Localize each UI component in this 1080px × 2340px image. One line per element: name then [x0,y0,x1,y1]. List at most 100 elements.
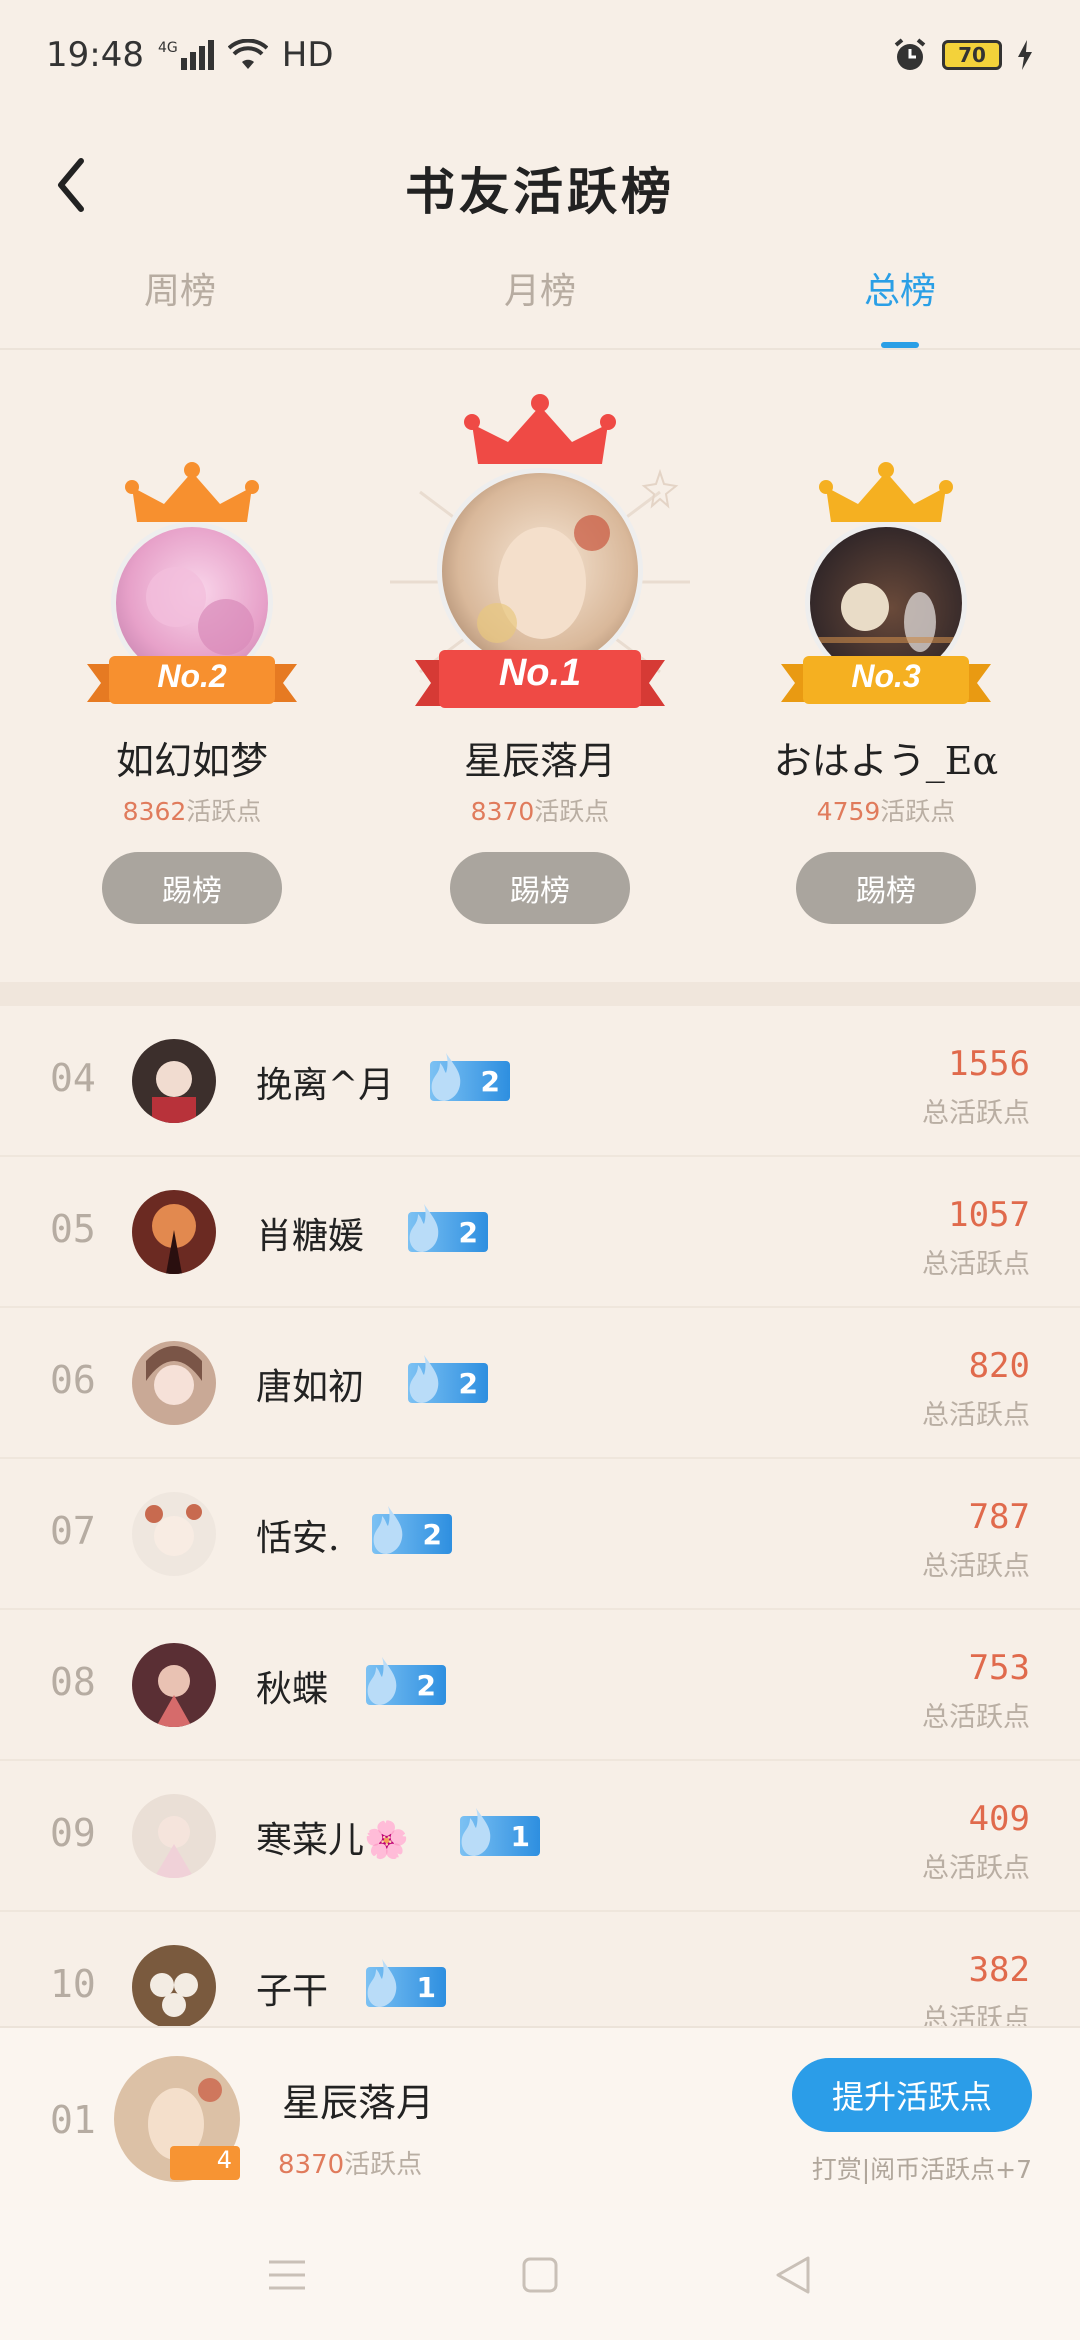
points-value: 8370 [470,797,535,826]
level-value: 2 [480,1064,500,1098]
podium-name: おはよう_Eα [773,739,999,783]
rank-number: 08 [50,1660,96,1704]
level-badge: 2 [408,1355,488,1403]
points-suffix: 活跃点 [880,797,956,826]
level-value: 4 [216,2146,232,2174]
podium-points: 8362活跃点 [42,792,342,828]
tab-weekly[interactable]: 周榜 [0,240,360,348]
list-item[interactable]: 09 寒菜儿🌸 1 409 总活跃点 [0,1761,1080,1912]
user-name: 挽离^月 [256,1065,395,1106]
rank-label: No.2 [157,658,227,694]
header: 书友活跃榜 [0,110,1080,260]
level-value: 2 [422,1517,442,1551]
avatar[interactable] [132,1492,216,1576]
points-suffix: 活跃点 [534,797,610,826]
level-badge: 1 [366,1959,446,2007]
level-value: 2 [458,1215,478,1249]
flame-icon [461,1808,491,1856]
user-name: 肖糖媛 [256,1216,365,1257]
back-triangle-icon [776,2256,810,2294]
level-value: 1 [510,1819,530,1853]
points-value: 8370 [278,2150,345,2180]
alarm-icon [894,38,926,70]
section-divider [0,982,1080,1006]
menu-button[interactable] [252,2240,322,2310]
score-value: 787 [968,1497,1030,1537]
level-value: 1 [416,1970,436,2004]
charging-icon [1018,40,1032,70]
system-nav-bar [0,2210,1080,2340]
signal-icon: 4G [158,40,214,70]
rank-number: 10 [50,1962,96,2006]
podium-points: 4759活跃点 [736,792,1036,828]
avatar[interactable] [437,468,643,674]
avatar[interactable] [132,1190,216,1274]
kick-button[interactable]: 踢榜 [796,852,976,924]
flame-icon [409,1355,439,1403]
my-name: 星辰落月 [282,2081,435,2125]
user-name: 秋蝶 [256,1669,329,1710]
avatar[interactable] [132,1643,216,1727]
my-points: 8370活跃点 [278,2144,422,2181]
list-item[interactable]: 04 挽离^月 2 1556 总活跃点 [0,1006,1080,1157]
score-label: 总活跃点 [922,1400,1030,1431]
list-item[interactable]: 05 肖糖媛 2 1057 总活跃点 [0,1157,1080,1308]
podium-first: No.1 星辰落月 8370活跃点 踢榜 [390,352,690,982]
podium-third: No.3 おはよう_Eα 4759活跃点 踢榜 [736,352,1036,982]
network-type: 4G [157,40,178,56]
boost-activity-button[interactable]: 提升活跃点 [792,2058,1032,2132]
points-suffix: 活跃点 [344,2150,423,2180]
score-value: 820 [968,1346,1030,1386]
kick-button[interactable]: 踢榜 [102,852,282,924]
podium-name: 星辰落月 [463,739,616,783]
score-value: 1057 [948,1195,1030,1235]
podium-points: 8370活跃点 [390,792,690,828]
avatar[interactable] [132,1341,216,1425]
level-badge: 2 [408,1204,488,1252]
my-rank-bar: 01 4 星辰落月 8370活跃点 提升活跃点 打赏|阅币活跃点+7 [0,2026,1080,2210]
status-bar: 19:48 4G HD 70 [0,0,1080,110]
level-badge: 2 [372,1506,452,1554]
battery-icon: 70 [942,40,1002,70]
rank-number: 06 [50,1358,96,1402]
score-label: 总活跃点 [922,1551,1030,1582]
score-label: 总活跃点 [922,1853,1030,1884]
score-label: 总活跃点 [922,2004,1030,2026]
level-badge: 1 [460,1808,540,1856]
avatar[interactable] [132,1039,216,1123]
home-square-icon [522,2257,558,2293]
score-value: 409 [968,1799,1030,1839]
avatar[interactable] [132,1794,216,1878]
points-value: 4759 [816,797,881,826]
list-item[interactable]: 06 唐如初 2 820 总活跃点 [0,1308,1080,1459]
my-level-badge: 4 [170,2146,240,2180]
score-value: 753 [968,1648,1030,1688]
flame-icon [367,1959,397,2007]
avatar[interactable] [132,1945,216,2026]
score-label: 总活跃点 [922,1249,1030,1280]
kick-button[interactable]: 踢榜 [450,852,630,924]
tab-total[interactable]: 总榜 [720,240,1080,348]
level-badge: 2 [366,1657,446,1705]
flame-icon [431,1053,461,1101]
podium: No.2 如幻如梦 8362活跃点 踢榜 No.1 星辰落月 8370活跃点 踢… [0,352,1080,982]
points-value: 8362 [122,797,187,826]
battery-level: 70 [958,43,986,67]
user-name: 唐如初 [256,1367,365,1408]
tab-monthly[interactable]: 月榜 [360,240,720,348]
user-name: 子干 [256,1971,329,2012]
list-item[interactable]: 08 秋蝶 2 753 总活跃点 [0,1610,1080,1761]
level-value: 2 [458,1366,478,1400]
score-label: 总活跃点 [922,1098,1030,1129]
list-item[interactable]: 10 子干 1 382 总活跃点 [0,1912,1080,2026]
list-item[interactable]: 07 恬安. 2 787 总活跃点 [0,1459,1080,1610]
wifi-icon [227,39,268,69]
score-value: 1556 [948,1044,1030,1084]
flame-icon [409,1204,439,1252]
user-name: 寒菜儿🌸 [256,1820,409,1861]
tab-bar: 周榜 月榜 总榜 [0,240,1080,350]
crown-icon [464,394,616,464]
back-nav-button[interactable] [758,2240,828,2310]
home-button[interactable] [505,2240,575,2310]
flame-icon [373,1506,403,1554]
